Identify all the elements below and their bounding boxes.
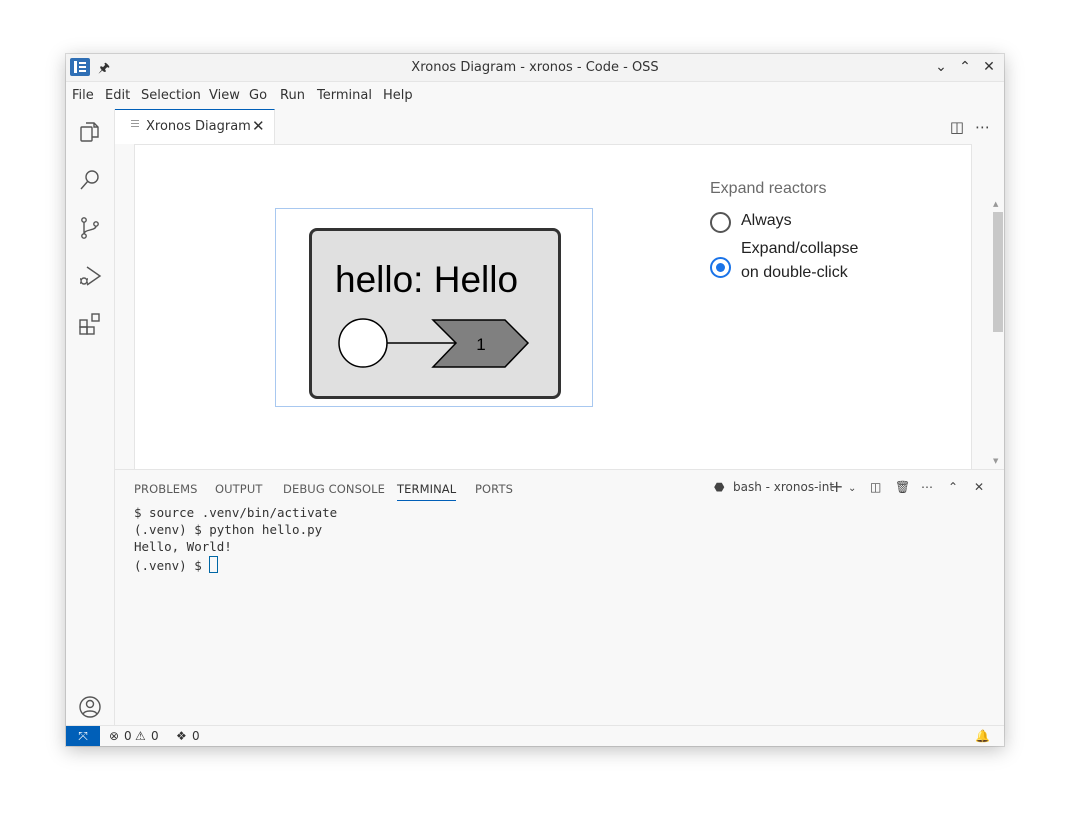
status-bar: ⤧ ⊗ 0 ⚠ 0 ❖ 0 🔔 bbox=[66, 725, 1004, 746]
editor-scrollbar-thumb[interactable] bbox=[993, 212, 1003, 332]
tab-close-icon[interactable]: ✕ bbox=[252, 117, 265, 135]
terminal-dropdown-icon[interactable]: ⌄ bbox=[848, 483, 856, 494]
terminal-prompt-line: (.venv) $ bbox=[134, 556, 984, 573]
panel-tab-terminal[interactable]: TERMINAL bbox=[397, 482, 457, 501]
extensions-icon[interactable] bbox=[78, 312, 102, 336]
kill-terminal-icon[interactable]: 🗑 bbox=[895, 480, 910, 494]
error-count[interactable]: 0 bbox=[124, 729, 132, 743]
terminal-shell-icon: ⬣ bbox=[714, 480, 725, 494]
title-bar: 🖈 Xronos Diagram - xronos - Code - OSS ⌄… bbox=[66, 54, 1004, 82]
menu-run[interactable]: Run bbox=[280, 88, 305, 103]
radio-expand-label-line1[interactable]: Expand/collapse bbox=[741, 237, 941, 261]
notifications-bell-icon[interactable]: 🔔 bbox=[975, 729, 990, 743]
minimize-icon[interactable]: ⌄ bbox=[931, 57, 951, 77]
activity-bar bbox=[66, 109, 115, 746]
terminal-output[interactable]: $ source .venv/bin/activate (.venv) $ py… bbox=[134, 505, 984, 715]
diagram-webview: hello: Hello 1 Expand reactors Always Ex… bbox=[134, 144, 972, 470]
panel-tab-ports[interactable]: PORTS bbox=[475, 482, 513, 496]
tab-xronos-diagram[interactable]: Xronos Diagram ✕ bbox=[115, 109, 275, 145]
menu-edit[interactable]: Edit bbox=[105, 88, 130, 103]
preview-icon bbox=[131, 120, 139, 121]
menu-view[interactable]: View bbox=[209, 88, 240, 103]
scroll-down-icon[interactable]: ▼ bbox=[993, 457, 998, 465]
vscode-window: 🖈 Xronos Diagram - xronos - Code - OSS ⌄… bbox=[66, 54, 1004, 746]
radio-expand-collapse[interactable] bbox=[710, 257, 731, 278]
split-terminal-icon[interactable]: ◫ bbox=[870, 480, 881, 494]
terminal-name[interactable]: bash - xronos-int bbox=[733, 480, 834, 494]
terminal-line: $ source .venv/bin/activate bbox=[134, 505, 338, 520]
close-icon[interactable]: ✕ bbox=[979, 57, 999, 77]
errors-icon[interactable]: ⊗ bbox=[109, 729, 119, 743]
panel-tab-problems[interactable]: PROBLEMS bbox=[134, 482, 198, 496]
terminal-cursor bbox=[209, 556, 219, 573]
panel-tab-debug-console[interactable]: DEBUG CONSOLE bbox=[283, 482, 385, 496]
editor-area: hello: Hello 1 Expand reactors Always Ex… bbox=[115, 144, 1004, 470]
search-icon[interactable] bbox=[78, 168, 102, 192]
expand-reactors-options: Expand reactors Always Expand/collapse o… bbox=[710, 180, 950, 281]
bottom-panel: PROBLEMS OUTPUT DEBUG CONSOLE TERMINAL P… bbox=[115, 469, 1004, 726]
new-terminal-icon[interactable]: + bbox=[830, 477, 843, 496]
radio-always-label[interactable]: Always bbox=[741, 209, 941, 233]
startup-trigger bbox=[338, 318, 388, 368]
run-debug-icon[interactable] bbox=[78, 264, 102, 288]
terminal-prompt: (.venv) $ bbox=[134, 558, 210, 573]
reactor-graphics: 1 bbox=[338, 318, 530, 368]
panel-more-icon[interactable]: ⋯ bbox=[921, 480, 933, 494]
more-actions-icon[interactable]: ⋯ bbox=[975, 118, 990, 136]
options-title: Expand reactors bbox=[710, 180, 827, 197]
menu-terminal[interactable]: Terminal bbox=[317, 88, 372, 103]
remote-indicator-icon[interactable]: ⤧ bbox=[66, 726, 100, 746]
scroll-up-icon[interactable]: ▲ bbox=[993, 200, 998, 208]
split-editor-icon[interactable]: ◫ bbox=[950, 118, 964, 136]
maximize-panel-icon[interactable]: ⌃ bbox=[948, 480, 958, 494]
menu-go[interactable]: Go bbox=[249, 88, 267, 103]
source-control-icon[interactable] bbox=[78, 216, 102, 240]
warnings-icon[interactable]: ⚠ bbox=[135, 729, 146, 743]
menu-help[interactable]: Help bbox=[383, 88, 413, 103]
tab-label: Xronos Diagram bbox=[146, 119, 251, 134]
panel-tab-output[interactable]: OUTPUT bbox=[215, 482, 262, 496]
editor-tabs-bar: Xronos Diagram ✕ ◫ ⋯ bbox=[115, 109, 1004, 145]
diagram-canvas[interactable]: hello: Hello 1 bbox=[275, 208, 593, 407]
warning-count[interactable]: 0 bbox=[151, 729, 159, 743]
menu-bar: File Edit Selection View Go Run Terminal… bbox=[66, 82, 1004, 109]
radio-expand-label-line2[interactable]: on double-click bbox=[741, 261, 941, 285]
explorer-icon[interactable] bbox=[78, 120, 102, 144]
menu-file[interactable]: File bbox=[72, 88, 94, 103]
close-panel-icon[interactable]: ✕ bbox=[974, 480, 984, 494]
maximize-icon[interactable]: ⌃ bbox=[955, 57, 975, 77]
account-icon[interactable] bbox=[78, 695, 102, 719]
terminal-line: (.venv) $ python hello.py bbox=[134, 522, 323, 537]
window-title: Xronos Diagram - xronos - Code - OSS bbox=[411, 60, 659, 75]
menu-selection[interactable]: Selection bbox=[141, 88, 201, 103]
terminal-line: Hello, World! bbox=[134, 539, 232, 554]
ports-icon[interactable]: ❖ bbox=[176, 729, 187, 743]
ports-count[interactable]: 0 bbox=[192, 729, 200, 743]
reaction-label: 1 bbox=[476, 335, 485, 354]
radio-always[interactable] bbox=[710, 212, 731, 233]
